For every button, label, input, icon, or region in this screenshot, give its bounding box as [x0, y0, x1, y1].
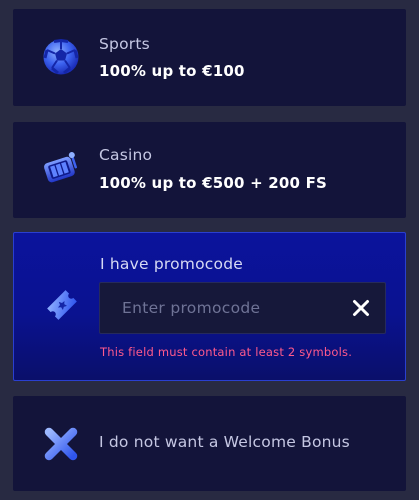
ticket-icon: [42, 285, 82, 325]
sports-title: Sports: [99, 35, 150, 53]
no-bonus-title: I do not want a Welcome Bonus: [99, 433, 350, 451]
promocode-option[interactable]: I have promocode This field must contain…: [13, 232, 406, 381]
promocode-input[interactable]: [100, 283, 340, 333]
promocode-error-message: This field must contain at least 2 symbo…: [100, 345, 353, 359]
casino-title: Casino: [99, 146, 153, 164]
casino-bonus-text: 100% up to €500 + 200 FS: [99, 174, 328, 192]
slot-machine-icon: [41, 148, 81, 188]
soccer-ball-icon: [41, 37, 81, 77]
casino-bonus-option[interactable]: Casino 100% up to €500 + 200 FS: [13, 122, 406, 218]
no-bonus-option[interactable]: I do not want a Welcome Bonus: [13, 396, 406, 491]
close-icon[interactable]: [351, 298, 371, 318]
x-icon: [41, 424, 81, 464]
sports-bonus-text: 100% up to €100: [99, 62, 245, 80]
sports-bonus-option[interactable]: Sports 100% up to €100: [13, 9, 406, 106]
promocode-field: [99, 282, 386, 334]
promocode-title: I have promocode: [100, 255, 243, 273]
